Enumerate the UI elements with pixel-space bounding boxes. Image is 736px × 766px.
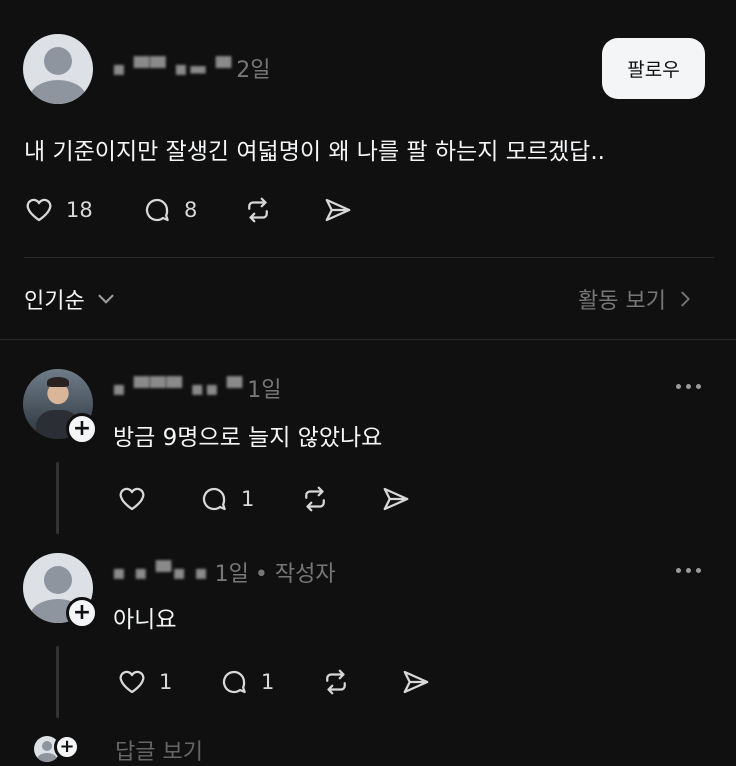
activity-link[interactable]: 활동 보기 (578, 283, 696, 315)
reply-time: 1일 (214, 562, 249, 587)
thread-line (56, 462, 59, 534)
reply-comment-count: 1 (261, 670, 275, 694)
sort-label: 인기순 (24, 289, 85, 314)
post-time: 2일 (236, 58, 271, 83)
reply-comment-button[interactable]: 1 (199, 484, 254, 514)
comment-icon (145, 198, 169, 222)
reply-repost-button[interactable] (321, 667, 351, 697)
post-share-button[interactable] (323, 195, 353, 225)
repost-icon (326, 669, 346, 695)
post-header: ▪ ▀▀ ▪▬ ▀ 2일 (112, 52, 270, 84)
reply-like-count: 1 (159, 670, 173, 694)
reply-repost-button[interactable] (300, 484, 330, 514)
send-icon (403, 670, 429, 694)
follow-plus-button[interactable]: + (66, 413, 98, 445)
reply-share-button[interactable] (381, 484, 411, 514)
reply-comment-count: 1 (241, 487, 255, 511)
post-author-name[interactable]: ▪ ▀▀ ▪▬ ▀ (112, 56, 232, 80)
post-text: 내 기준이지만 잘생긴 여덟명이 왜 나를 팔 하는지 모르겠답.. (24, 139, 605, 165)
chevron-right-icon (681, 291, 690, 307)
reply-text: 아니요 (113, 607, 177, 633)
reply-header: ▪ ▀▀▀ ▪▪ ▀ 1일 (112, 372, 282, 404)
thread-line (56, 646, 59, 718)
heart-icon (119, 487, 145, 511)
post-like-button[interactable]: 18 (24, 195, 93, 225)
post-comment-count: 8 (184, 198, 198, 222)
sort-dropdown[interactable]: 인기순 (24, 283, 119, 315)
divider (24, 257, 714, 258)
reply-time: 1일 (247, 378, 282, 403)
chevron-down-icon (98, 294, 114, 304)
reply-like-button[interactable] (117, 484, 147, 514)
repost-icon (305, 486, 325, 512)
author-badge: • 작성자 (254, 562, 336, 587)
activity-label: 활동 보기 (578, 289, 666, 314)
comment-icon (202, 487, 226, 511)
reply-author-name[interactable]: ▪ ▪ ▀▪ ▪ (112, 560, 209, 584)
more-options-button[interactable] (676, 384, 701, 389)
comment-icon (222, 670, 246, 694)
more-options-button[interactable] (676, 568, 701, 573)
post-comment-button[interactable]: 8 (142, 195, 197, 225)
post-repost-button[interactable] (243, 195, 273, 225)
reply-share-button[interactable] (401, 667, 431, 697)
reply-comment-button[interactable]: 1 (219, 667, 274, 697)
repost-icon (248, 197, 268, 223)
reply-like-button[interactable]: 1 (117, 667, 172, 697)
divider (0, 339, 736, 340)
heart-icon (26, 198, 52, 222)
post-like-count: 18 (66, 198, 93, 222)
follow-plus-button[interactable]: + (54, 734, 80, 760)
post-author-avatar[interactable] (23, 34, 93, 104)
heart-icon (119, 670, 145, 694)
follow-button[interactable]: 팔로우 (602, 38, 705, 99)
reply-text: 방금 9명으로 늘지 않았나요 (113, 425, 383, 451)
reply-header: ▪ ▪ ▀▪ ▪ 1일 • 작성자 (112, 556, 336, 588)
more-replies-link[interactable]: 답글 보기 (115, 734, 203, 766)
send-icon (325, 198, 351, 222)
send-icon (383, 487, 409, 511)
reply-author-name[interactable]: ▪ ▀▀▀ ▪▪ ▀ (112, 376, 243, 400)
follow-plus-button[interactable]: + (66, 597, 98, 629)
